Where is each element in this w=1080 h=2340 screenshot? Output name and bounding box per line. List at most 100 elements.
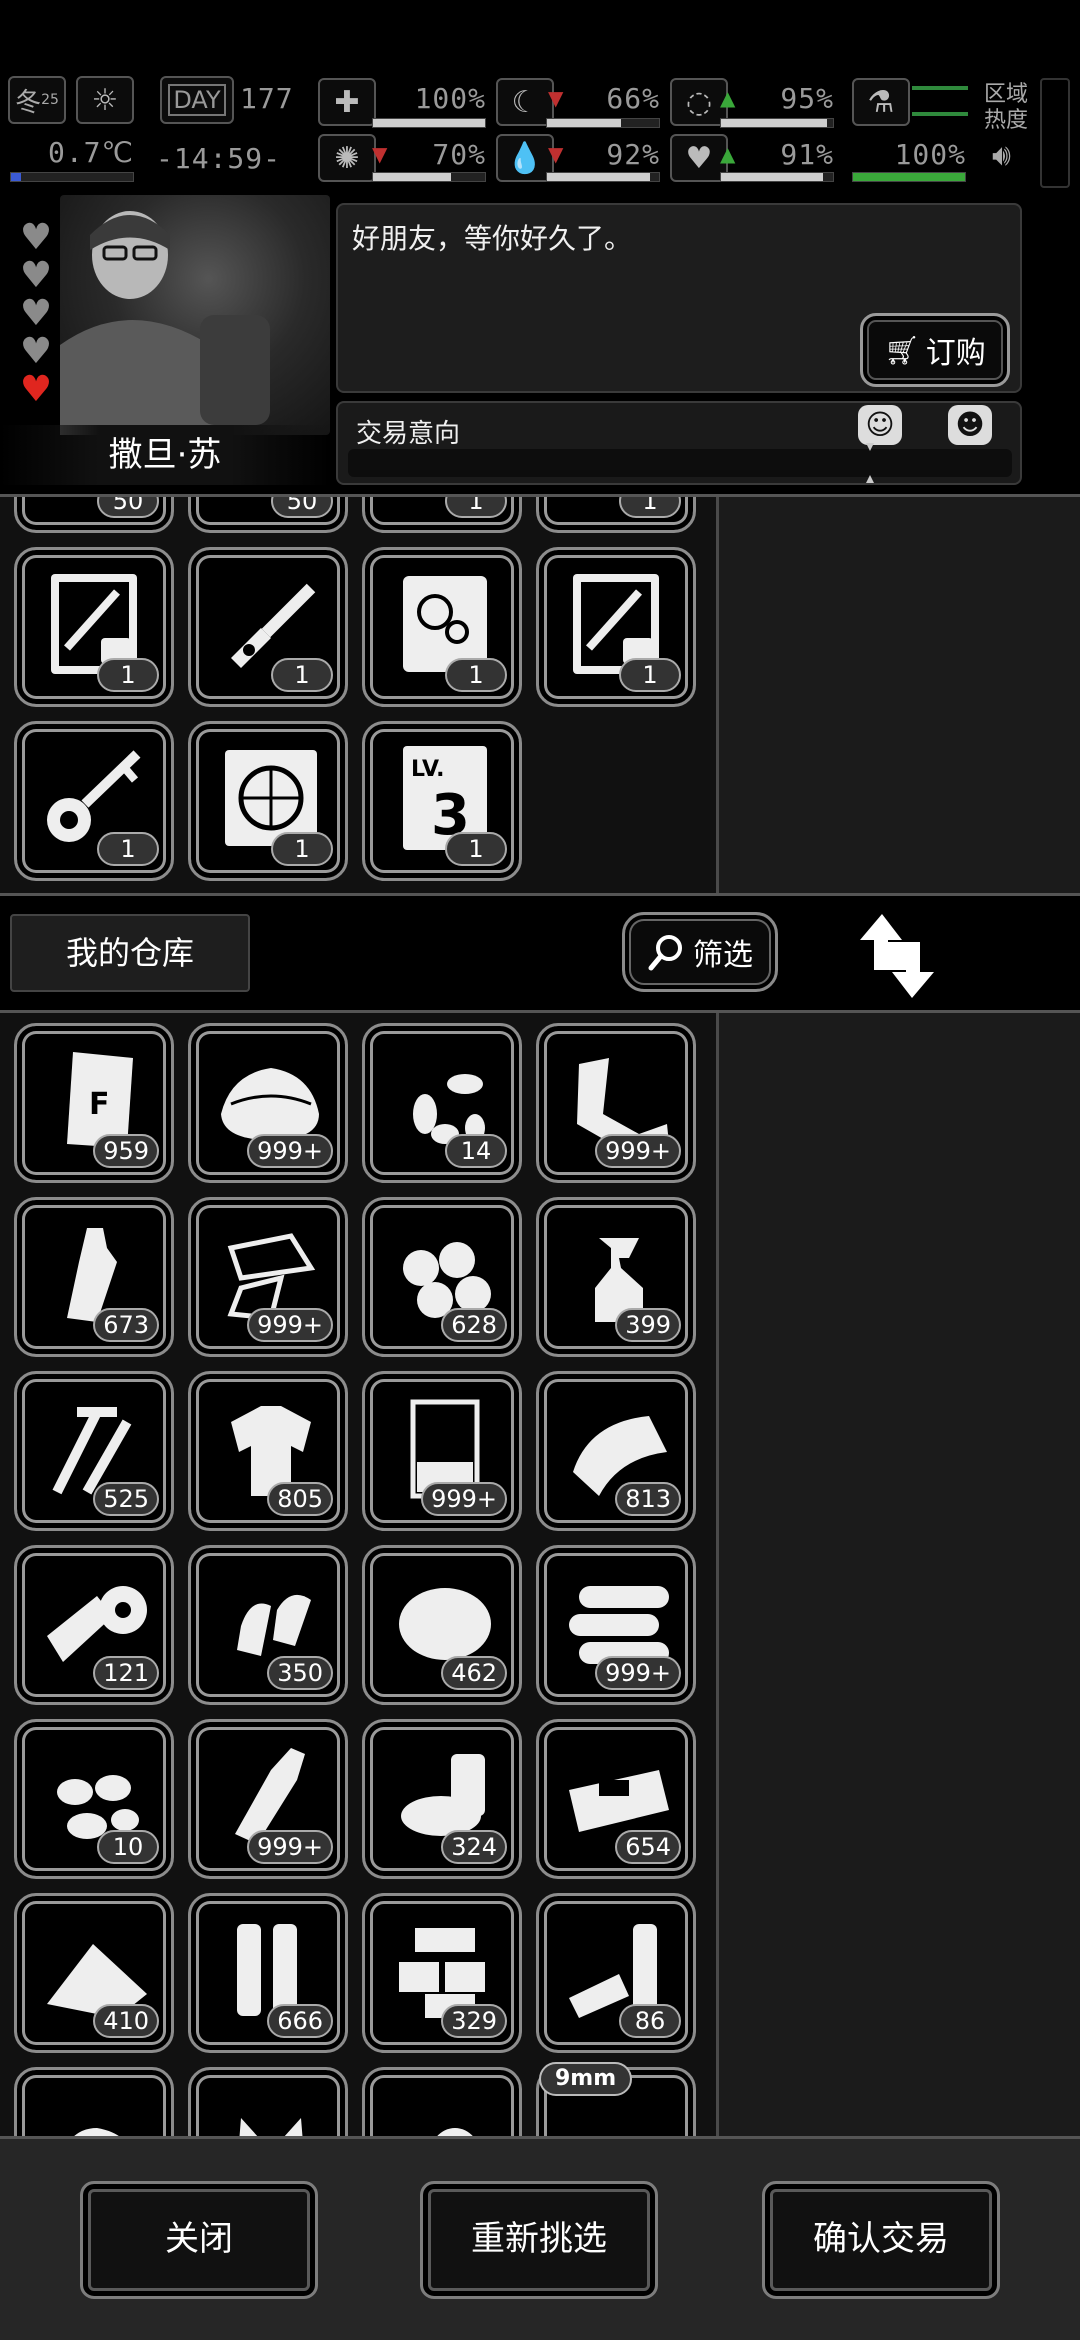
warehouse-item-slot[interactable]: 813 — [536, 1371, 696, 1531]
warehouse-item-slot[interactable]: 410 — [14, 1893, 174, 2053]
merchant-item-slot[interactable]: 1 — [188, 547, 348, 707]
time-readout: -14:59- — [156, 142, 282, 175]
merchant-offer-area[interactable] — [716, 497, 1080, 893]
region-label-1: 区域 — [984, 82, 1029, 107]
rock-icon — [37, 2088, 157, 2139]
filter-button[interactable]: 筛选 — [622, 912, 778, 992]
item-count-badge: 1 — [271, 832, 333, 866]
dialog-box: 好朋友，等你好久了。 🛒︎ 订购 — [336, 203, 1022, 393]
warehouse-item-grid[interactable]: F 959 999+ 14 999+ 673 999+ 628 399 525 805 999+ 813… — [0, 1013, 716, 2139]
warehouse-item-slot[interactable]: 525 — [14, 1371, 174, 1531]
warehouse-item-slot[interactable]: 399 — [536, 1197, 696, 1357]
warehouse-item-slot[interactable]: 999+ — [536, 1023, 696, 1183]
warehouse-item-slot[interactable]: 350 — [188, 1545, 348, 1705]
warehouse-item-slot[interactable]: 628 — [362, 1197, 522, 1357]
item-count-badge: 999+ — [421, 1482, 507, 1516]
player-offer-area[interactable] — [716, 1013, 1080, 2139]
temperature-readout: 0.7℃ — [47, 136, 134, 169]
reselect-button[interactable]: 重新挑选 — [420, 2181, 658, 2299]
item-count-badge: 999+ — [595, 1134, 681, 1168]
npc-header: ♥ ♥ ♥ ♥ ♥ 撒旦·苏 好朋友，等你好久了。 🛒︎ 订购 交易意向 ☺ ☻ — [0, 195, 1080, 495]
order-button[interactable]: 🛒︎ 订购 — [860, 313, 1010, 387]
item-count-badge: 350 — [267, 1656, 333, 1690]
region-heat-value: 100% — [894, 138, 966, 171]
merchant-item-slot[interactable]: LV. 3 1 — [362, 721, 522, 881]
warehouse-item-slot[interactable]: 324 — [362, 1719, 522, 1879]
warehouse-item-slot[interactable]: 999+ — [188, 1719, 348, 1879]
item-count-badge: 999+ — [247, 1308, 333, 1342]
item-count-badge: 1 — [619, 658, 681, 692]
health-value: 100% — [414, 82, 486, 115]
item-count-badge: 1 — [271, 658, 333, 692]
warehouse-item-slot[interactable] — [14, 2067, 174, 2139]
warehouse-item-slot[interactable]: 654 — [536, 1719, 696, 1879]
footer-bar: 关闭 重新挑选 确认交易 — [0, 2136, 1080, 2340]
mood-bar — [720, 172, 834, 182]
close-button[interactable]: 关闭 — [80, 2181, 318, 2299]
affinity-heart-icon: ♥ — [19, 293, 53, 334]
merchant-item-slot[interactable]: 1 — [14, 547, 174, 707]
region-heat-bar — [852, 172, 966, 182]
season-day: 25 — [41, 92, 59, 108]
merchant-item-slot[interactable]: 1 — [14, 721, 174, 881]
thirst-value: 92% — [606, 138, 660, 171]
item-count-badge: 1 — [445, 832, 507, 866]
svg-text:LV.: LV. — [411, 757, 445, 782]
warehouse-item-slot[interactable]: 999+ — [536, 1545, 696, 1705]
merchant-item-slot[interactable]: 50 — [14, 497, 174, 533]
item-count-badge: 1 — [97, 832, 159, 866]
heat-level-lines — [912, 86, 968, 116]
trade-intent-label: 交易意向 — [356, 419, 461, 449]
warehouse-item-slot[interactable]: 673 — [14, 1197, 174, 1357]
warehouse-item-slot[interactable]: 14 — [362, 1023, 522, 1183]
day-label: DAY — [168, 84, 226, 116]
warehouse-item-slot[interactable]: 462 — [362, 1545, 522, 1705]
merchant-item-slot[interactable]: 1 — [362, 547, 522, 707]
temperature-bar — [10, 172, 134, 182]
warehouse-item-slot[interactable]: F 959 — [14, 1023, 174, 1183]
health-bar — [372, 118, 486, 128]
merchant-item-slot[interactable]: 1 — [536, 547, 696, 707]
item-count-badge: 462 — [441, 1656, 507, 1690]
trade-intent-track — [348, 449, 1012, 477]
npc-name: 撒旦·苏 — [0, 425, 330, 485]
warehouse-item-slot[interactable]: 9mm — [536, 2062, 696, 2139]
item-count-badge: 399 — [615, 1308, 681, 1342]
merchant-item-slot[interactable]: 50 — [188, 497, 348, 533]
svg-text:F: F — [89, 1087, 110, 1122]
item-count-badge: 1 — [445, 658, 507, 692]
warehouse-item-slot[interactable]: 999+ — [362, 1371, 522, 1531]
speaker-icon[interactable]: 🔊︎ — [992, 138, 1011, 173]
warehouse-inventory-panel: F 959 999+ 14 999+ 673 999+ 628 399 525 805 999+ 813… — [0, 1010, 1080, 2139]
cat-icon — [211, 2088, 331, 2139]
item-count-badge: 525 — [93, 1482, 159, 1516]
warehouse-item-slot[interactable]: 999+ — [188, 1023, 348, 1183]
side-toggle[interactable] — [1040, 78, 1070, 188]
warehouse-item-slot[interactable]: 805 — [188, 1371, 348, 1531]
warehouse-item-slot[interactable]: 121 — [14, 1545, 174, 1705]
warehouse-toolbar: 我的仓库 筛选 — [0, 900, 1080, 1010]
flask-icon: ⚗ — [852, 78, 910, 126]
warehouse-item-slot[interactable]: 666 — [188, 1893, 348, 2053]
swap-arrows-icon[interactable] — [852, 908, 942, 1004]
warehouse-item-slot[interactable]: 10 — [14, 1719, 174, 1879]
warehouse-item-slot[interactable]: 329 — [362, 1893, 522, 2053]
warehouse-item-slot[interactable]: 999+ — [188, 1197, 348, 1357]
warehouse-item-slot[interactable] — [362, 2067, 522, 2139]
item-count-badge: 86 — [619, 2004, 681, 2038]
affinity-heart-icon: ♥ — [19, 331, 53, 372]
virus-bar — [372, 172, 486, 182]
season-label: 冬 — [15, 87, 42, 118]
warehouse-item-slot[interactable] — [188, 2067, 348, 2139]
merchant-item-grid[interactable]: 50 50 1 1 1 1 1 1 1 1 LV. 3 1 — [0, 497, 716, 893]
merchant-item-slot[interactable]: 1 — [536, 497, 696, 533]
affinity-heart-icon: ♥ — [19, 255, 53, 296]
merchant-item-slot[interactable]: 1 — [188, 721, 348, 881]
item-count-badge: 999+ — [595, 1656, 681, 1690]
confirm-trade-button[interactable]: 确认交易 — [762, 2181, 1000, 2299]
merchant-item-slot[interactable]: 1 — [362, 497, 522, 533]
trade-intent-panel: 交易意向 ☺ ☻ — [336, 401, 1022, 485]
warehouse-item-slot[interactable]: 86 — [536, 1893, 696, 2053]
sun-icon: ☼ — [76, 76, 134, 124]
virus-value: 70% — [432, 138, 486, 171]
